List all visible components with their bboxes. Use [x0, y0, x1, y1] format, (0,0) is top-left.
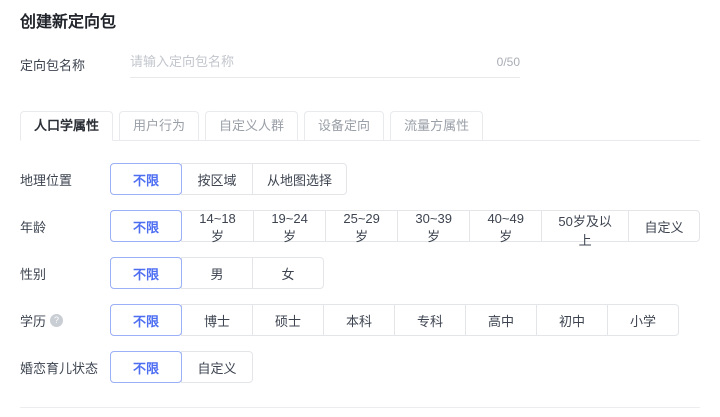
- row-label-geo-location: 地理位置: [20, 170, 110, 189]
- targeting-row-gender: 性别 不限男女: [20, 257, 700, 289]
- row-label-gender: 性别: [20, 264, 110, 283]
- char-counter: 0/50: [496, 54, 520, 69]
- option-gender-1[interactable]: 男: [181, 257, 253, 289]
- row-label-text: 婚恋育儿状态: [20, 360, 99, 376]
- option-education-3[interactable]: 本科: [323, 304, 395, 336]
- question-circle-icon[interactable]: ?: [50, 313, 64, 327]
- option-age-0[interactable]: 不限: [110, 210, 182, 242]
- option-marital-parental-status-1[interactable]: 自定义: [181, 351, 253, 383]
- option-group-geo-location: 不限 按区域 从地图选择: [110, 163, 348, 195]
- tab-bar: 人口学属性 用户行为 自定义人群 设备定向 流量方属性: [20, 111, 700, 141]
- tab-traffic-attributes[interactable]: 流量方属性: [390, 111, 484, 141]
- tab-custom-audience[interactable]: 自定义人群: [205, 111, 299, 141]
- page-title: 创建新定向包: [20, 14, 117, 31]
- option-group-education: 不限 博士 硕士 本科 专科 高中 初中 小学: [110, 304, 679, 336]
- row-label-text: 学历: [20, 313, 47, 329]
- option-education-7[interactable]: 小学: [607, 304, 679, 336]
- option-education-4[interactable]: 专科: [394, 304, 466, 336]
- option-age-7[interactable]: 自定义: [628, 210, 701, 242]
- option-group-marital-parental-status: 不限 自定义: [110, 351, 253, 383]
- row-label-text: 地理位置: [20, 172, 73, 188]
- option-geo-location-1[interactable]: 按区域: [181, 163, 253, 195]
- row-label-text: 年龄: [20, 219, 47, 235]
- targeting-row-geo-location: 地理位置 不限 按区域 从地图选择: [20, 163, 700, 195]
- option-geo-location-0[interactable]: 不限: [110, 163, 182, 195]
- option-education-6[interactable]: 初中: [536, 304, 608, 336]
- tab-user-behavior[interactable]: 用户行为: [119, 111, 200, 141]
- option-age-2[interactable]: 19~24岁: [253, 210, 327, 244]
- row-label-education: 学历?: [20, 311, 110, 330]
- create-targeting-package-page: 创建新定向包 定向包名称 0/50 人口学属性用户行为自定义人群设备定向流量方属…: [0, 0, 720, 408]
- option-age-6[interactable]: 50岁及以上: [541, 210, 630, 248]
- package-name-label: 定向包名称: [20, 58, 86, 73]
- bottom-divider: [20, 407, 700, 408]
- option-age-4[interactable]: 30~39岁: [397, 210, 471, 244]
- package-name-input[interactable]: [130, 54, 489, 69]
- row-label-marital-parental-status: 婚恋育儿状态: [20, 358, 110, 377]
- option-age-5[interactable]: 40~49岁: [469, 210, 543, 244]
- option-gender-2[interactable]: 女: [252, 257, 324, 289]
- option-group-gender: 不限男女: [110, 257, 324, 289]
- option-education-5[interactable]: 高中: [465, 304, 537, 336]
- targeting-row-age: 年龄 不限 14~18岁 19~24岁 25~29岁 30~39岁 40~49岁 50岁及以上…: [20, 210, 701, 248]
- option-education-0[interactable]: 不限: [110, 304, 182, 336]
- package-name-input-wrap: 0/50: [130, 54, 520, 78]
- tab-demographics[interactable]: 人口学属性: [20, 111, 114, 141]
- option-group-age: 不限 14~18岁 19~24岁 25~29岁 30~39岁 40~49岁 50岁及以上 自定…: [110, 210, 701, 248]
- option-education-2[interactable]: 硕士: [252, 304, 324, 336]
- targeting-row-marital-parental-status: 婚恋育儿状态 不限 自定义: [20, 351, 700, 383]
- option-education-1[interactable]: 博士: [181, 304, 253, 336]
- option-age-1[interactable]: 14~18岁: [181, 210, 255, 244]
- targeting-row-education: 学历? 不限 博士 硕士 本科 专科 高中 初中 小学: [20, 304, 700, 336]
- option-age-3[interactable]: 25~29岁: [325, 210, 399, 244]
- package-name-row: 定向包名称 0/50: [20, 54, 700, 78]
- option-marital-parental-status-0[interactable]: 不限: [110, 351, 182, 383]
- option-gender-0[interactable]: 不限: [110, 257, 182, 289]
- targeting-rows: 地理位置 不限 按区域 从地图选择 年龄 不限 14~18岁 19~24岁 25~29岁 30~3…: [20, 163, 701, 383]
- row-label-age: 年龄: [20, 217, 110, 236]
- option-geo-location-2[interactable]: 从地图选择: [252, 163, 348, 195]
- tab-device-targeting[interactable]: 设备定向: [304, 111, 385, 141]
- row-label-text: 性别: [20, 266, 47, 282]
